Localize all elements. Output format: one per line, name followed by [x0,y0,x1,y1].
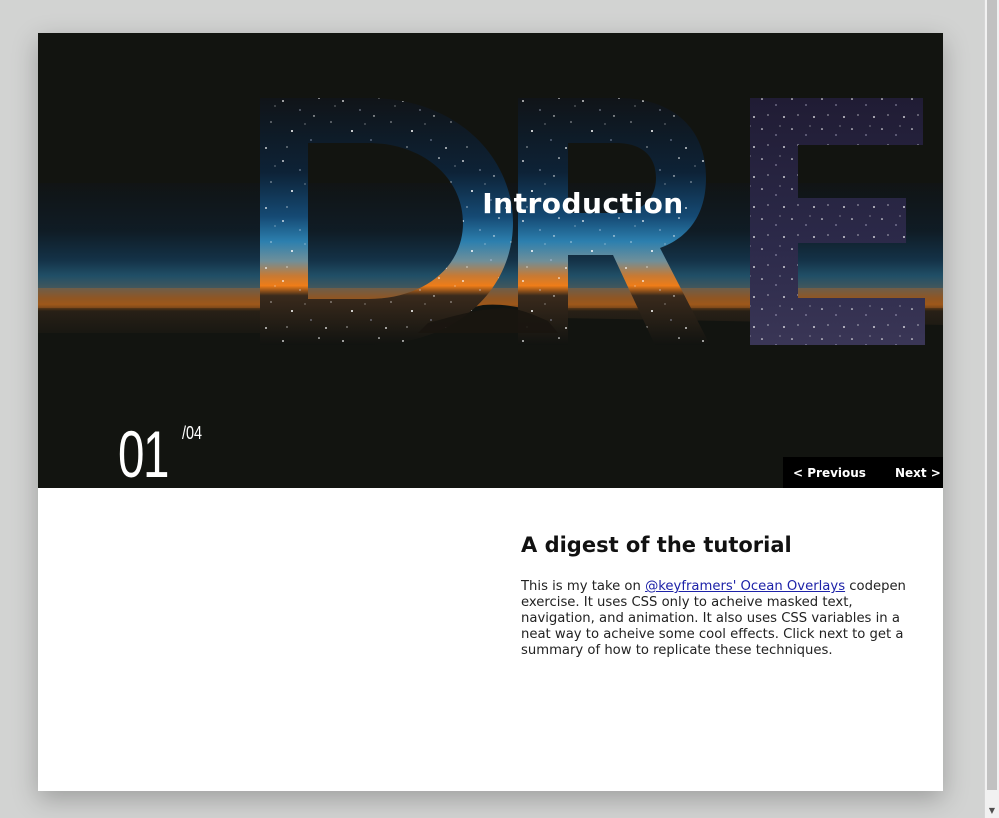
scrollbar-thumb[interactable] [987,0,997,790]
slide-content: A digest of the tutorial This is my take… [521,533,913,659]
slide-number: 01 [118,417,169,488]
content-heading: A digest of the tutorial [521,533,792,557]
slide-card: Introduction 01 /04 < Previous Next > A … [38,33,943,791]
previous-button[interactable]: < Previous [793,466,866,480]
vertical-scrollbar[interactable]: ▼ [984,0,999,818]
hero-title: Introduction [482,187,684,220]
scroll-down-icon[interactable]: ▼ [985,804,999,818]
next-button[interactable]: Next > [895,466,941,480]
masked-letter-e [750,98,925,345]
hero-masked-text-graphic [38,33,943,488]
slide-navigation: < Previous Next > [783,457,943,488]
slide-total: /04 [182,423,203,443]
hero-banner: Introduction 01 /04 < Previous Next > [38,33,943,488]
body-text-intro: This is my take on [521,579,646,594]
content-body: This is my take on @keyframers' Ocean Ov… [521,579,913,659]
keyframers-link[interactable]: @keyframers' Ocean Overlays [645,579,845,594]
